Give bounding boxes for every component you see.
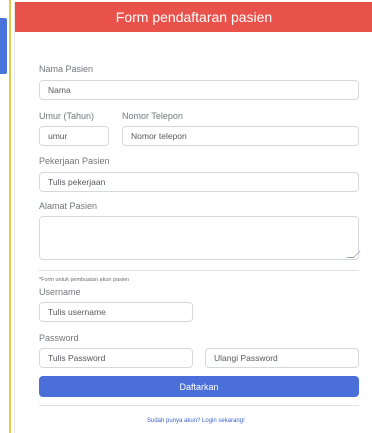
phone-input[interactable]: Nomor telepon xyxy=(122,126,359,146)
form-title: Form pendaftaran pasien xyxy=(115,9,273,25)
form-header: Form pendaftaran pasien xyxy=(15,2,372,32)
login-link[interactable]: Sudah punya akun? Login sekarang! xyxy=(147,418,245,424)
name-label: Nama Pasien xyxy=(39,64,94,74)
footer-divider xyxy=(39,405,359,406)
job-label: Pekerjaan Pasien xyxy=(39,156,110,166)
address-textarea[interactable] xyxy=(39,216,359,260)
password-label: Password xyxy=(39,333,79,343)
account-note: *Form untuk pembuatan akun pasien xyxy=(39,277,130,283)
phone-label: Nomor Telepon xyxy=(122,111,183,121)
password-repeat-input[interactable]: Ulangi Password xyxy=(205,348,359,368)
background-accent xyxy=(0,18,7,74)
job-input[interactable]: Tulis pekerjaan xyxy=(39,172,359,192)
register-button[interactable]: Daftarkan xyxy=(39,376,359,397)
username-input[interactable]: Tulis username xyxy=(39,302,193,322)
username-label: Username xyxy=(39,287,81,297)
age-label: Umur (Tahun) xyxy=(39,111,95,121)
address-label: Alamat Pasien xyxy=(39,201,98,211)
registration-card: Form pendaftaran pasien Nama Pasien Nama… xyxy=(14,2,372,433)
name-input[interactable]: Nama xyxy=(39,80,359,100)
password-input[interactable]: Tulis Password xyxy=(39,348,193,368)
section-divider xyxy=(39,270,359,271)
age-input[interactable]: umur xyxy=(39,126,109,146)
background-line xyxy=(9,0,11,433)
background-panel-edge xyxy=(0,0,14,433)
